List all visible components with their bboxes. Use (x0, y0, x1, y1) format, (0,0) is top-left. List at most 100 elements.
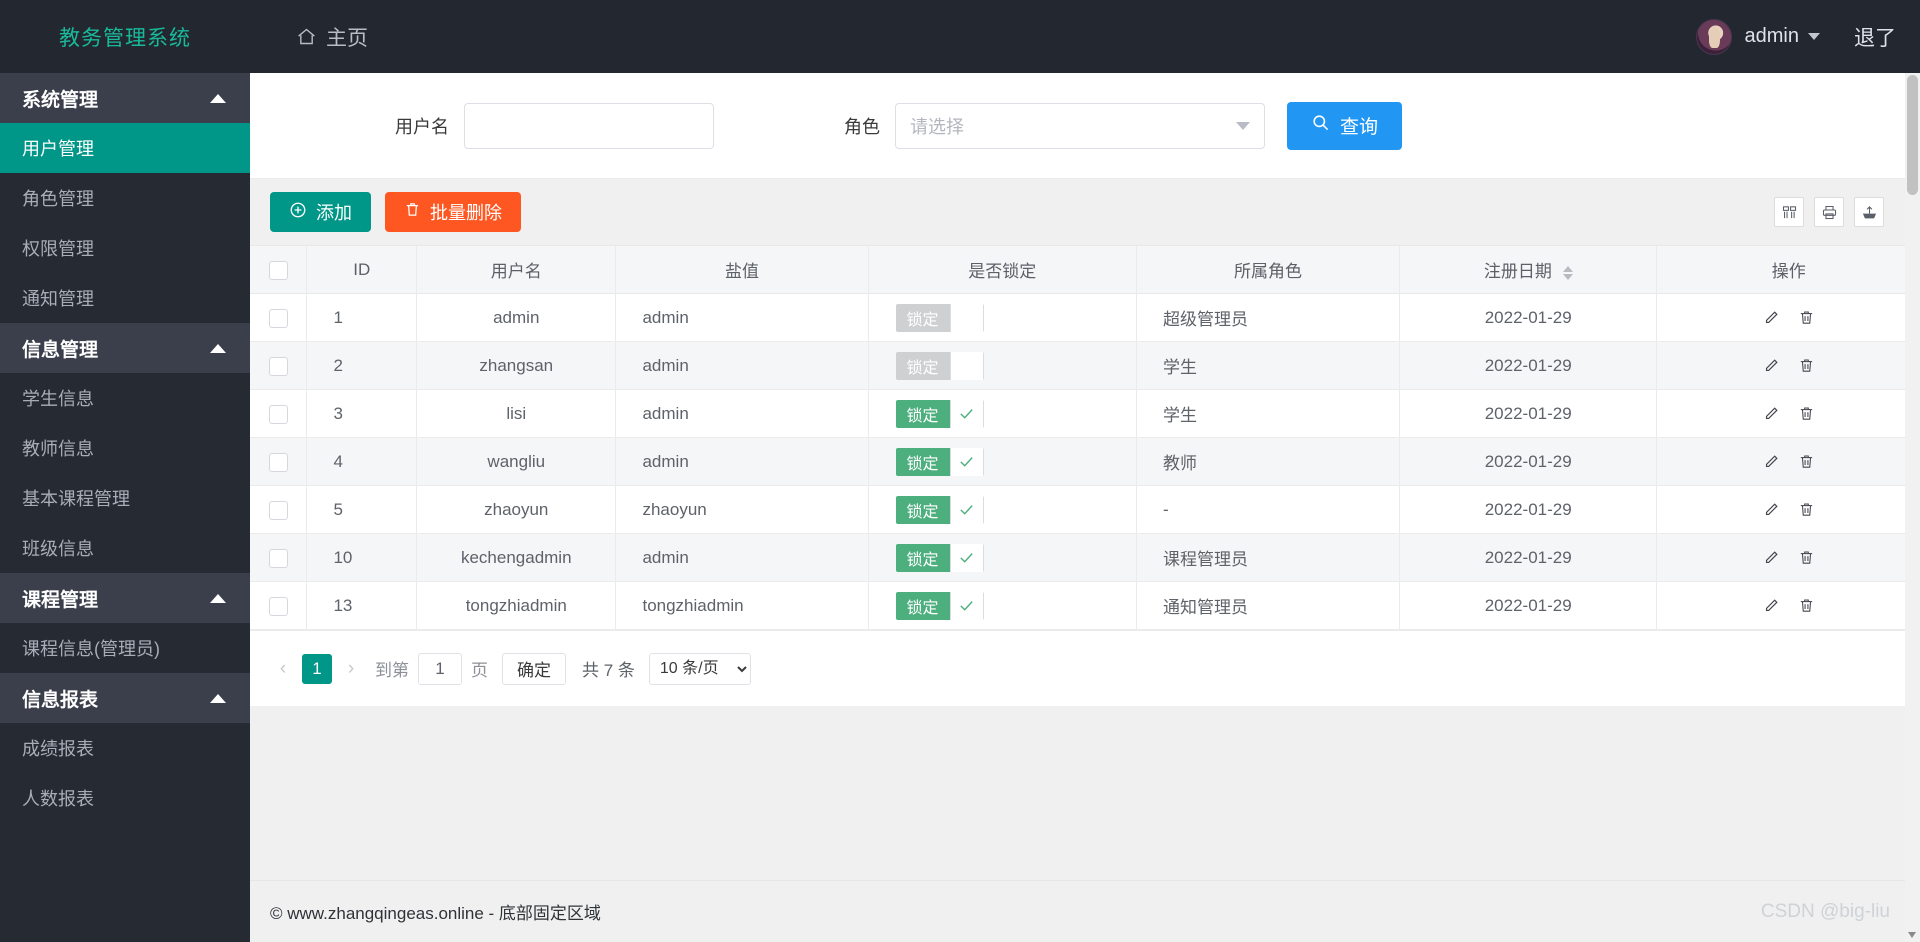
delete-icon[interactable] (1798, 405, 1815, 422)
prev-page-button[interactable]: ‹ (268, 654, 298, 684)
users-table-container: ID 用户名 盐值 是否锁定 所属角色 注册日期 操作 1 admin admin 锁… (250, 245, 1920, 630)
cell-regdate: 2022-01-29 (1399, 389, 1658, 438)
delete-icon[interactable] (1798, 501, 1815, 518)
row-checkbox[interactable] (268, 500, 288, 520)
sidebar-group-system[interactable]: 系统管理 (0, 73, 250, 123)
search-input[interactable] (464, 102, 714, 149)
scrollbar-thumb[interactable] (1907, 75, 1918, 195)
print-icon[interactable] (1814, 197, 1844, 227)
row-checkbox[interactable] (268, 452, 288, 472)
lock-toggle[interactable]: 锁定 (895, 351, 985, 381)
row-select-cell (250, 293, 308, 342)
sidebar-item-student-info[interactable]: 学生信息 (0, 373, 250, 423)
delete-icon[interactable] (1798, 309, 1815, 326)
sidebar-item-label: 班级信息 (22, 539, 94, 559)
row-checkbox[interactable] (268, 404, 288, 424)
sidebar-item-label: 角色管理 (22, 189, 94, 209)
cell-username: wangliu (416, 437, 617, 486)
sidebar-group-label: 信息报表 (22, 689, 99, 711)
sidebar-item-course-info-admin[interactable]: 课程信息(管理员) (0, 623, 250, 673)
cell-salt: zhaoyun (615, 485, 869, 534)
row-checkbox[interactable] (268, 548, 288, 568)
sidebar-group-info[interactable]: 信息管理 (0, 323, 250, 373)
table-row: 2 zhangsan admin 锁定 学生 2022-01-29 (250, 341, 1920, 390)
delete-icon[interactable] (1798, 357, 1815, 374)
delete-icon[interactable] (1798, 597, 1815, 614)
edit-icon[interactable] (1763, 549, 1780, 566)
header-salt[interactable]: 盐值 (615, 245, 869, 294)
role-select[interactable]: 请选择 (895, 102, 1265, 149)
sidebar-item-notice-management[interactable]: 通知管理 (0, 273, 250, 323)
page-size-select[interactable]: 10 条/页20 条/页50 条/页100 条/页 (648, 652, 751, 685)
edit-icon[interactable] (1763, 405, 1780, 422)
header-locked[interactable]: 是否锁定 (868, 245, 1137, 294)
sidebar-item-class-info[interactable]: 班级信息 (0, 523, 250, 573)
nav-home-link[interactable]: 主页 (296, 22, 368, 52)
header-regdate[interactable]: 注册日期 (1399, 245, 1658, 294)
add-button[interactable]: 添加 (270, 192, 371, 232)
page-number-1[interactable]: 1 (302, 653, 332, 684)
jump-confirm-button[interactable]: 确定 (502, 652, 566, 685)
home-icon (296, 26, 317, 47)
lock-toggle[interactable]: 锁定 (895, 447, 985, 477)
sidebar-item-label: 课程信息(管理员) (22, 639, 160, 659)
batch-delete-button[interactable]: 批量删除 (385, 192, 521, 232)
edit-icon[interactable] (1763, 357, 1780, 374)
sidebar-item-label: 教师信息 (22, 439, 94, 459)
cell-username: kechengadmin (416, 533, 617, 582)
jump-page-input[interactable] (418, 652, 462, 685)
sidebar-item-teacher-info[interactable]: 教师信息 (0, 423, 250, 473)
scroll-down-icon[interactable] (1908, 932, 1916, 938)
avatar[interactable] (1695, 18, 1732, 55)
user-menu[interactable]: admin (1745, 25, 1820, 48)
lock-toggle-label: 锁定 (895, 495, 950, 524)
header-username[interactable]: 用户名 (416, 245, 617, 294)
edit-icon[interactable] (1763, 597, 1780, 614)
table-row: 5 zhaoyun zhaoyun 锁定 -2022-01-29 (250, 485, 1920, 534)
cell-id: 5 (306, 485, 418, 534)
sidebar-item-headcount-report[interactable]: 人数报表 (0, 773, 250, 823)
next-page-button[interactable]: › (336, 654, 366, 684)
sidebar-item-user-management[interactable]: 用户管理 (0, 123, 250, 173)
lock-toggle[interactable]: 锁定 (895, 543, 985, 573)
sidebar-item-label: 用户管理 (22, 139, 94, 159)
edit-icon[interactable] (1763, 453, 1780, 470)
row-checkbox[interactable] (268, 596, 288, 616)
sidebar-item-role-management[interactable]: 角色管理 (0, 173, 250, 223)
chevron-up-icon (210, 593, 226, 603)
lock-toggle-knob (949, 351, 984, 380)
sidebar-group-course[interactable]: 课程管理 (0, 573, 250, 623)
users-table: ID 用户名 盐值 是否锁定 所属角色 注册日期 操作 1 admin admin 锁… (250, 245, 1920, 630)
sidebar-group-report[interactable]: 信息报表 (0, 673, 250, 723)
delete-icon[interactable] (1798, 453, 1815, 470)
header-role[interactable]: 所属角色 (1136, 245, 1400, 294)
cell-locked: 锁定 (868, 581, 1137, 630)
lock-toggle[interactable]: 锁定 (895, 495, 985, 525)
delete-icon[interactable] (1798, 549, 1815, 566)
lock-toggle[interactable]: 锁定 (895, 303, 985, 333)
page-scrollbar[interactable] (1905, 73, 1920, 942)
cell-role: 课程管理员 (1136, 533, 1400, 582)
sidebar-item-score-report[interactable]: 成绩报表 (0, 723, 250, 773)
main-content: 用户名 角色 请选择 查询 添加 批量删除 ID 用户名 盐值 是否锁定 所属角… (250, 73, 1920, 942)
lock-toggle-knob (949, 591, 984, 620)
sidebar-item-label: 成绩报表 (22, 739, 94, 759)
export-icon[interactable] (1854, 197, 1884, 227)
table-row: 3 lisi admin 锁定 学生 2022-01-29 (250, 389, 1920, 438)
row-checkbox[interactable] (268, 308, 288, 328)
sort-arrows-icon[interactable] (1562, 265, 1573, 280)
edit-icon[interactable] (1763, 501, 1780, 518)
sidebar-item-permission-management[interactable]: 权限管理 (0, 223, 250, 273)
columns-icon[interactable] (1774, 197, 1804, 227)
cell-operations (1656, 293, 1920, 342)
lock-toggle[interactable]: 锁定 (895, 399, 985, 429)
search-button[interactable]: 查询 (1287, 101, 1403, 150)
edit-icon[interactable] (1763, 309, 1780, 326)
header-id[interactable]: ID (306, 245, 418, 294)
select-all-checkbox[interactable] (268, 260, 288, 280)
logout-button[interactable]: 退了 (1854, 22, 1896, 52)
sidebar-item-basic-course-management[interactable]: 基本课程管理 (0, 473, 250, 523)
lock-toggle[interactable]: 锁定 (895, 591, 985, 621)
lock-toggle-knob (949, 495, 984, 524)
row-checkbox[interactable] (268, 356, 288, 376)
